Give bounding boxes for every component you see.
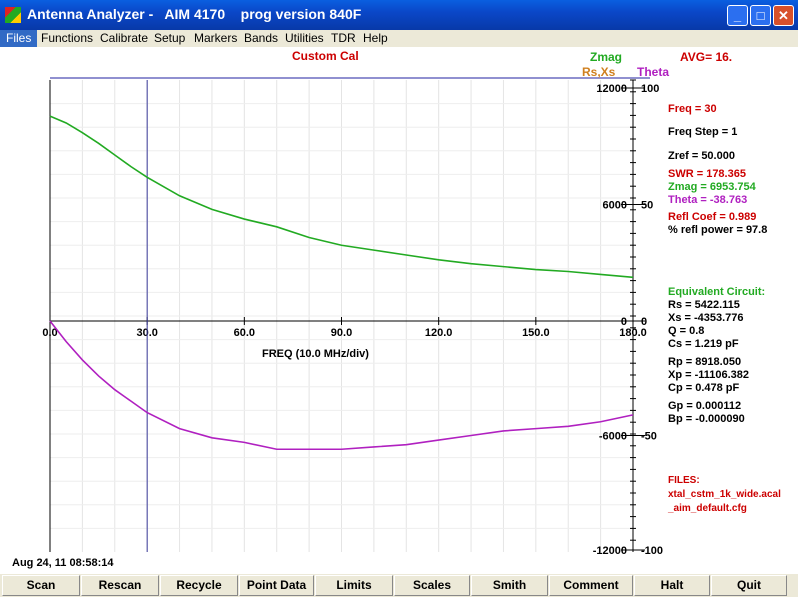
readout-xs: Xs = -4353.776 [668, 312, 744, 324]
x-axis-label: FREQ (10.0 MHz/div) [262, 348, 369, 360]
menu-tdr[interactable]: TDR [331, 31, 356, 45]
scales-button[interactable]: Scales [394, 575, 470, 596]
menu-functions[interactable]: Functions [41, 31, 93, 45]
legend-theta: Theta [637, 65, 669, 79]
readout-rp: Rp = 8918.050 [668, 356, 741, 368]
readout-freq-step: Freq Step = 1 [668, 126, 737, 138]
rescan-button[interactable]: Rescan [81, 575, 159, 596]
menu-bar: Files Functions Calibrate Setup Markers … [0, 30, 798, 47]
button-bar: Scan Rescan Recycle Point Data Limits Sc… [0, 574, 798, 597]
upper-y-1-left-label: 6000 [603, 200, 627, 212]
readout-zref: Zref = 50.000 [668, 150, 735, 162]
readout-zmag: Zmag = 6953.754 [668, 181, 757, 193]
readout-freq: Freq = 30 [668, 103, 717, 115]
readout-xp: Xp = -11106.382 [668, 369, 749, 381]
menu-files[interactable]: Files [0, 30, 38, 47]
readout-panel: Freq = 30 Freq Step = 1 Zref = 50.000 SW… [668, 103, 767, 425]
file-cfg: _aim_default.cfg [667, 503, 747, 514]
menu-setup[interactable]: Setup [154, 31, 185, 45]
menu-help[interactable]: Help [363, 31, 388, 45]
x-tick-label: 90.0 [331, 327, 352, 339]
window-title: Antenna Analyzer - AIM 4170 prog version… [27, 6, 362, 22]
recycle-button[interactable]: Recycle [160, 575, 238, 596]
readout-bp: Bp = -0.000090 [668, 413, 745, 425]
files-panel: FILES: xtal_cstm_1k_wide.acal _aim_defau… [667, 475, 781, 514]
limits-button[interactable]: Limits [315, 575, 393, 596]
legend-rsxs: Rs,Xs [582, 65, 616, 79]
minimize-button[interactable]: _ [727, 5, 748, 26]
menu-bands[interactable]: Bands [244, 31, 278, 45]
readout-rs: Rs = 5422.115 [668, 299, 740, 311]
custom-cal-label: Custom Cal [292, 49, 359, 63]
readout-swr: SWR = 178.365 [668, 168, 746, 180]
plot-area[interactable]: 12000 100 6000 50 0 0 -6000 -50 -12000 -100 0.0 30… [0, 47, 798, 573]
readout-cp: Cp = 0.478 pF [668, 382, 740, 394]
close-button[interactable]: ✕ [773, 5, 794, 26]
readout-refl-power: % refl power = 97.8 [668, 224, 767, 236]
x-tick-label: 150.0 [522, 327, 550, 339]
x-tick-labels: 0.0 30.0 60.0 90.0 120.0 150.0 180.0 [42, 317, 647, 339]
maximize-button[interactable]: □ [750, 5, 771, 26]
x-tick-label: 180.0 [619, 327, 647, 339]
readout-gp: Gp = 0.000112 [668, 400, 741, 412]
files-header: FILES: [668, 475, 700, 486]
lower-y-1-right-label: -100 [641, 545, 663, 557]
upper-y-0-right-label: 100 [641, 83, 659, 95]
lower-y-1-left-label: -12000 [593, 545, 627, 557]
menu-calibrate[interactable]: Calibrate [100, 31, 148, 45]
datestamp: Aug 24, 11 08:58:14 [12, 557, 114, 569]
y-ticks: 12000 1006000 500 0-6000 -50-12000 -100 [593, 79, 663, 557]
scan-button[interactable]: Scan [2, 575, 80, 596]
upper-y-1-right-label: 50 [641, 200, 653, 212]
smith-button[interactable]: Smith [471, 575, 548, 596]
file-acal: xtal_cstm_1k_wide.acal [668, 489, 781, 500]
x-tick-label: 120.0 [425, 327, 453, 339]
point-data-button[interactable]: Point Data [239, 575, 314, 596]
readout-theta: Theta = -38.763 [668, 194, 747, 206]
menu-utilities[interactable]: Utilities [285, 31, 324, 45]
app-icon [5, 7, 21, 23]
analyzer-plot: 12000 1006000 500 0-6000 -50-12000 -100 0.0 30… [42, 49, 781, 557]
quit-button[interactable]: Quit [711, 575, 787, 596]
readout-q: Q = 0.8 [668, 325, 704, 337]
upper-y-0-left-label: 12000 [596, 83, 627, 95]
lower-y-0-right-label: -50 [641, 431, 657, 443]
readout-refl-coef: Refl Coef = 0.989 [668, 211, 756, 223]
comment-button[interactable]: Comment [549, 575, 633, 596]
equivalent-circuit-header: Equivalent Circuit: [668, 286, 765, 298]
plot-grid [50, 80, 633, 552]
lower-y-0-left-label: -6000 [599, 431, 627, 443]
title-bar: Antenna Analyzer - AIM 4170 prog version… [0, 0, 798, 30]
menu-markers[interactable]: Markers [194, 31, 237, 45]
readout-cs: Cs = 1.219 pF [668, 338, 739, 350]
legend-zmag: Zmag [590, 50, 622, 64]
avg-label: AVG= 16. [680, 50, 732, 64]
x-tick-label: 60.0 [234, 327, 255, 339]
halt-button[interactable]: Halt [634, 575, 710, 596]
